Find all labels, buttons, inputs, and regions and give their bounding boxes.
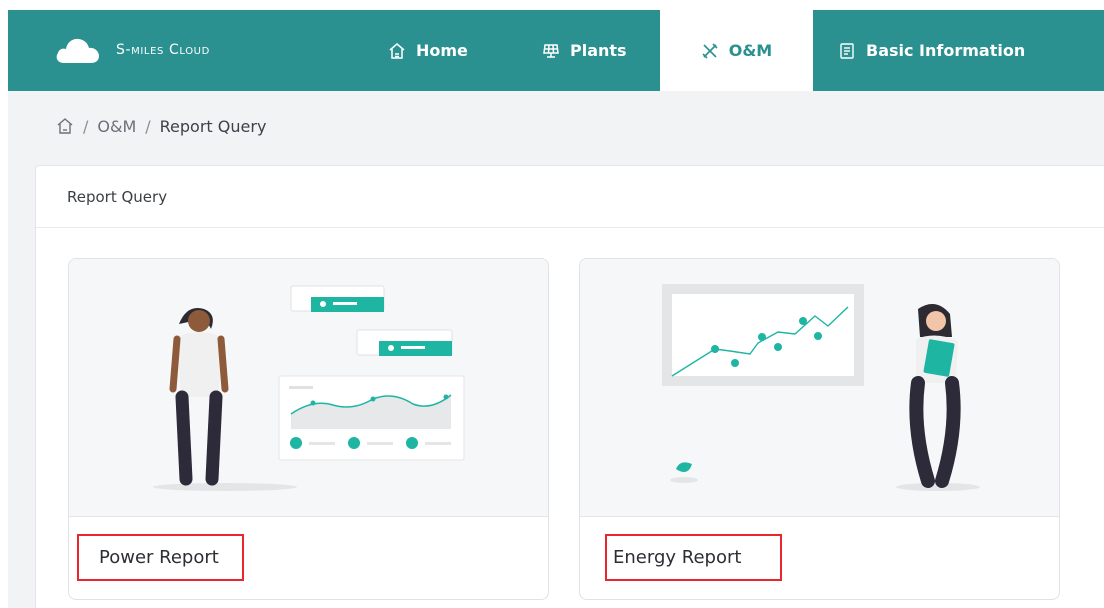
power-report-card[interactable]: Power Report xyxy=(68,258,549,600)
cloud-icon xyxy=(56,38,99,63)
nav-om[interactable]: O&M xyxy=(660,10,813,91)
top-navbar: S-miles Cloud Home Plants O&M Basic Info… xyxy=(8,10,1104,91)
home-icon xyxy=(388,42,406,60)
info-sheet-icon xyxy=(838,42,856,60)
page: S-miles Cloud Home Plants O&M Basic Info… xyxy=(8,10,1104,608)
breadcrumb-om[interactable]: O&M xyxy=(97,117,136,136)
nav-basic-information[interactable]: Basic Information xyxy=(838,10,1025,91)
nav-home-label: Home xyxy=(416,41,468,60)
breadcrumb-separator: / xyxy=(145,116,151,136)
energy-report-card[interactable]: Energy Report xyxy=(579,258,1060,600)
solar-panel-icon xyxy=(542,42,560,60)
panel-title: Report Query xyxy=(36,166,1104,228)
nav-home[interactable]: Home xyxy=(388,10,468,91)
power-report-label[interactable]: Power Report xyxy=(77,534,244,581)
nav-om-label: O&M xyxy=(728,41,773,60)
nav-plants-label: Plants xyxy=(570,41,627,60)
energy-report-label[interactable]: Energy Report xyxy=(605,534,782,581)
brand-name: S-miles Cloud xyxy=(116,42,210,58)
tools-icon xyxy=(701,42,719,60)
home-icon[interactable] xyxy=(56,117,74,135)
breadcrumb-separator: / xyxy=(83,116,89,136)
report-query-panel: Report Query Power Report Energy Report xyxy=(35,165,1104,608)
breadcrumb-report-query: Report Query xyxy=(159,116,267,136)
woman-with-board-illustration xyxy=(580,259,1059,517)
nav-plants[interactable]: Plants xyxy=(542,10,627,91)
breadcrumb: / O&M / Report Query xyxy=(56,113,266,139)
man-with-chart-illustration xyxy=(69,259,548,517)
nav-basic-information-label: Basic Information xyxy=(866,41,1026,60)
brand-logo[interactable]: S-miles Cloud xyxy=(54,33,210,67)
